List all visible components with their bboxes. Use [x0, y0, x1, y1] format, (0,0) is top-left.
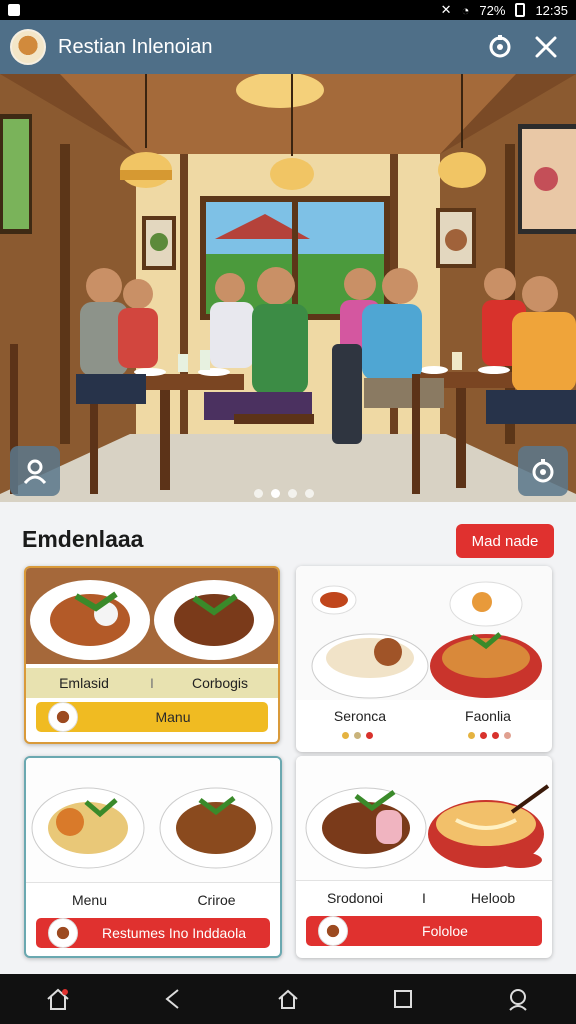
card-labels: Srodonoi I Heloob [296, 888, 552, 908]
menu-section: Emdenlaaa Mad nade Emlasid I Corbogis Ma… [0, 502, 576, 974]
back-icon [165, 989, 179, 1009]
recents-icon [394, 990, 413, 1008]
settings-button[interactable] [480, 27, 520, 67]
card-bar-button[interactable]: Fololoe [306, 916, 542, 946]
card-labels: Emlasid I Corbogis [26, 668, 278, 698]
restaurant-illustration [0, 74, 576, 502]
carousel-dot-active[interactable] [271, 489, 280, 498]
home-app-button[interactable] [36, 977, 80, 1021]
close-icon [535, 36, 557, 58]
card-food-image [26, 758, 280, 882]
home-icon [278, 989, 298, 1009]
camera-icon [532, 459, 554, 483]
wifi-icon: ◔ [461, 2, 470, 18]
card-bar-label: Manu [155, 709, 191, 725]
card-bar-label: Restumes Ino Inddaola [102, 925, 246, 941]
mute-icon: ✕ [440, 2, 452, 17]
divider [296, 880, 552, 881]
card-right-label: Heloob [470, 890, 516, 906]
card-left-label: Seronca [333, 708, 387, 724]
rating-dots-right [468, 732, 511, 739]
carousel-dot[interactable] [288, 489, 297, 498]
carousel-dot[interactable] [305, 489, 314, 498]
back-button[interactable] [151, 977, 195, 1021]
card-bar-button[interactable]: Manu [36, 702, 268, 732]
card-left-label: Emlasid [59, 675, 109, 691]
clock: 12:35 [535, 2, 568, 18]
card-bar-label: Fololoe [422, 923, 468, 939]
battery-percent: 72% [479, 2, 506, 18]
plate-icon [318, 916, 348, 946]
user-icon [23, 459, 47, 485]
card-labels: Menu Criroe [26, 890, 280, 910]
divider [26, 882, 280, 883]
app-title: Restian Inlenoian [58, 35, 213, 58]
carousel-indicator[interactable] [254, 489, 314, 498]
card-right-label: Corbogis [191, 675, 249, 691]
card-divider: I [422, 890, 426, 906]
card-divider: I [150, 675, 154, 691]
hero-banner[interactable] [0, 74, 576, 502]
menu-card-3[interactable]: Menu Criroe Restumes Ino Inddaola [24, 756, 282, 958]
app-logo [10, 29, 46, 65]
battery-icon [515, 3, 526, 17]
assistant-button[interactable] [496, 977, 540, 1021]
card-right-label: Faonlia [465, 708, 511, 724]
home-button[interactable] [266, 977, 310, 1021]
plate-icon [48, 918, 78, 948]
section-title: Emdenlaaa [22, 526, 144, 552]
house-icon [46, 988, 69, 1010]
section-action-button[interactable]: Mad nade [456, 524, 554, 558]
menu-card-4[interactable]: Srodonoi I Heloob Fololoe [296, 756, 552, 958]
menu-card-1[interactable]: Emlasid I Corbogis Manu [24, 566, 280, 744]
notification-icon [8, 4, 20, 16]
menu-card-2[interactable]: Seronca Faonlia [296, 566, 552, 752]
card-labels: Seronca Faonlia [296, 706, 552, 726]
card-food-image [26, 568, 278, 664]
status-bar: ✕ ◔ 72% 12:35 [0, 0, 576, 20]
settings-icon [489, 35, 511, 58]
card-bar-button[interactable]: Restumes Ino Inddaola [36, 918, 270, 948]
close-button[interactable] [526, 27, 566, 67]
card-right-label: Criroe [197, 892, 236, 908]
carousel-dot[interactable] [254, 489, 263, 498]
card-left-label: Srodonoi [326, 890, 384, 906]
system-nav-bar [0, 974, 576, 1024]
card-left-label: Menu [71, 892, 108, 908]
plate-icon [48, 702, 78, 732]
assistant-icon [509, 989, 528, 1011]
recents-button[interactable] [381, 977, 425, 1021]
rating-dots-left [342, 732, 373, 739]
card-food-image [296, 566, 552, 700]
camera-button[interactable] [518, 446, 568, 496]
card-food-image [296, 756, 552, 880]
profile-button[interactable] [10, 446, 60, 496]
app-bar: Restian Inlenoian [0, 20, 576, 74]
